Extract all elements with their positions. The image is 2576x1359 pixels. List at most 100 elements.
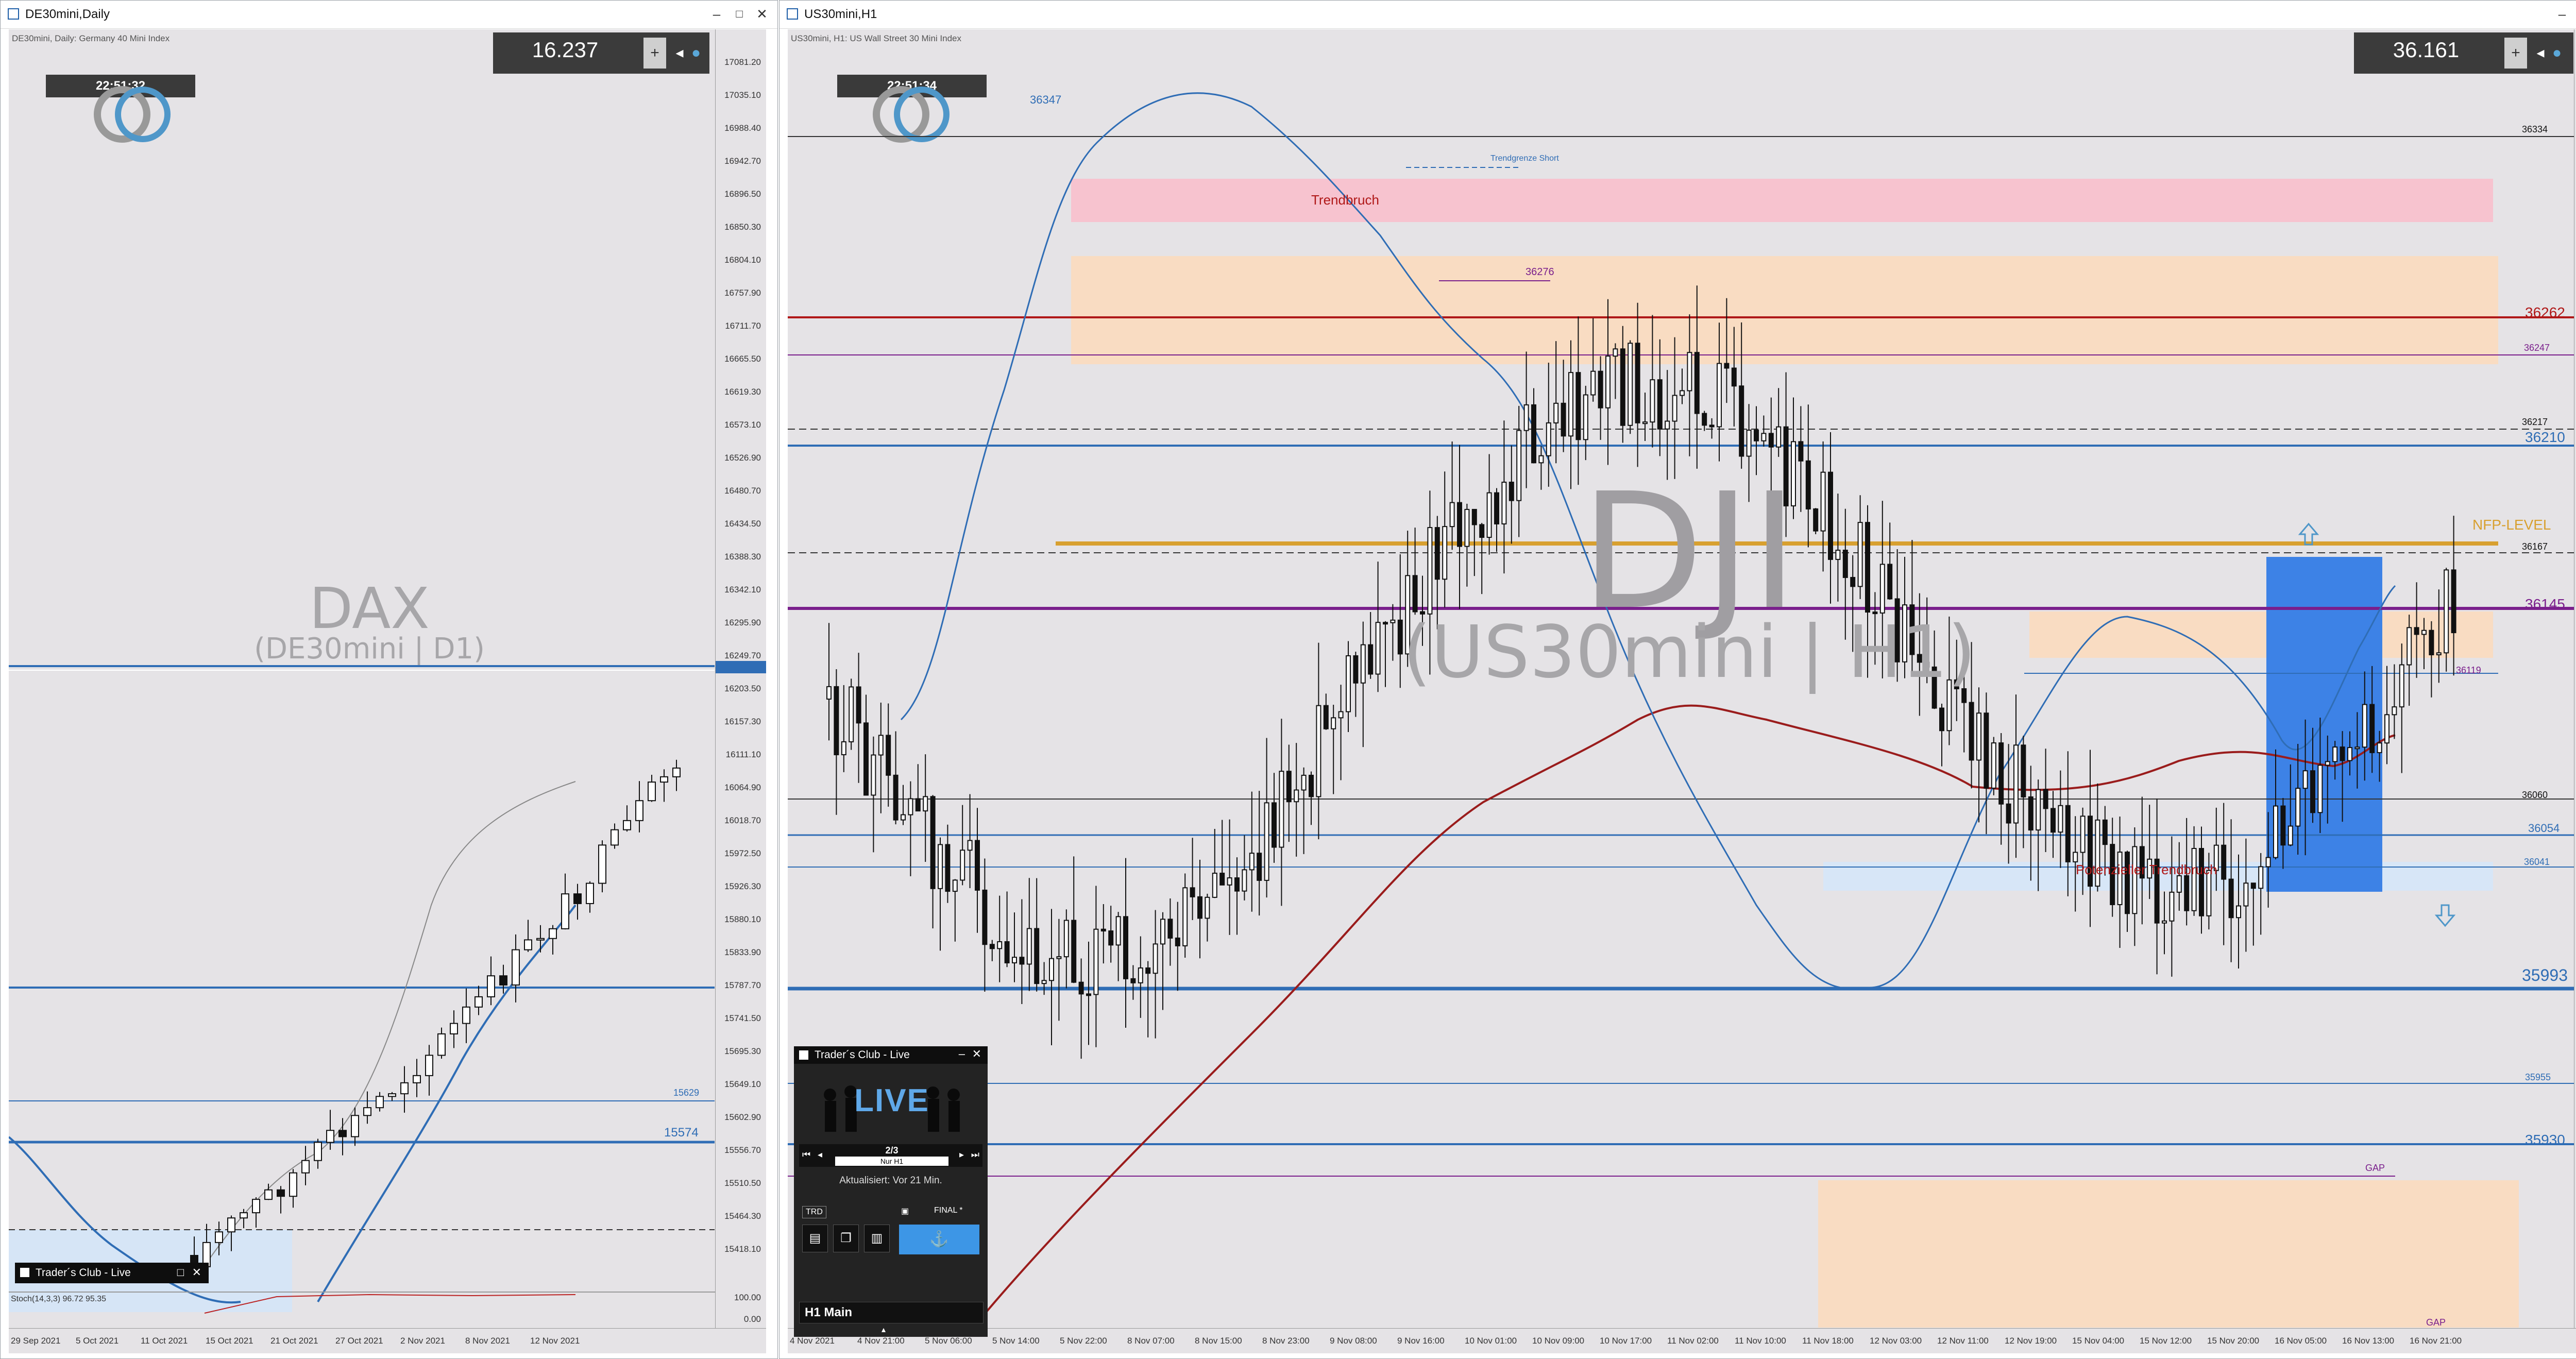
first-page-icon[interactable]: ⏮ [802,1149,810,1160]
candle-body [215,1231,223,1243]
candle-body [2325,761,2330,766]
price-axis-label: 16757.90 [724,288,761,298]
candle-body [2444,569,2449,654]
last-page-icon[interactable]: ⏭ [971,1149,979,1160]
time-axis-label: 8 Nov 15:00 [1195,1336,1242,1346]
level-label: 36210 [2525,429,2565,445]
candle-body [252,1199,260,1214]
minimize-button[interactable]: – [706,5,727,23]
candle-body [1709,424,1715,428]
windows-button[interactable]: ❐ [833,1225,859,1252]
candle-body [1242,869,1247,892]
candle-body [1702,413,1707,426]
final-tab[interactable]: FINAL * [934,1206,962,1215]
candle-body [2258,866,2264,889]
minimize-button[interactable]: – [2552,5,2572,23]
candle-body [2265,857,2271,868]
candle-body [376,1096,384,1109]
candle-body [289,1172,297,1197]
price-axis-label: 17081.20 [724,57,761,67]
candle-body [512,949,520,986]
price-axis-label: 16111.10 [725,750,761,759]
window-titlebar[interactable]: US30mini,H1 – □ ✕ [779,1,2576,29]
plus-button[interactable]: + [2504,38,2527,69]
candle-body [1434,527,1440,580]
time-axis-label: 12 Nov 2021 [530,1336,580,1346]
document-button[interactable]: ▤ [802,1225,828,1252]
nav-bar[interactable]: ⏮ ◂ 2/3 Nur H1 ▸ ⏭ [799,1144,982,1167]
time-axis[interactable]: 29 Sep 2021 5 Oct 2021 11 Oct 2021 15 Oct 2… [9,1328,766,1353]
candle-body [2414,627,2419,635]
candle-body [611,829,619,846]
price-box[interactable]: 36.161 + ◂ ● [2354,32,2573,74]
time-axis-label: 16 Nov 05:00 [2275,1336,2327,1346]
candle-body [1590,370,1596,396]
chart-window-icon [787,8,798,20]
candle-body [826,686,832,700]
panel-minimize-button[interactable]: – [959,1047,965,1061]
price-axis-label: 15510.50 [724,1178,761,1188]
level-label: GAP [2426,1317,2446,1328]
stoch-axis-label: 0.00 [743,1314,761,1324]
candle-body [1227,877,1232,886]
candle-body [660,776,668,783]
chart-area[interactable]: US30mini, H1: US Wall Street 30 Mini Ind… [788,29,2576,1353]
delete-button[interactable]: ▥ [864,1225,890,1252]
trd-tab[interactable]: TRD [802,1206,826,1218]
candle-body [1531,404,1536,464]
watermark-title: DJI [1581,459,1798,645]
panel-close-button[interactable]: ✕ [192,1266,201,1279]
candle-body [1494,492,1499,524]
globe-icon[interactable]: ● [2546,38,2568,69]
prev-page-icon[interactable]: ◂ [818,1149,822,1160]
candle-body [1145,967,1151,974]
time-axis-label: 11 Oct 2021 [141,1336,188,1346]
next-page-icon[interactable]: ▸ [959,1149,964,1160]
candle-body [326,1130,334,1143]
anchor-button[interactable]: ⚓ [899,1225,979,1254]
candle-body [672,767,681,777]
filter-select[interactable]: Nur H1 [835,1157,948,1166]
live-panel[interactable]: Trader´s Club - Live – ✕ LIVE ⏮ ◂ 2/3 Nu… [794,1046,988,1337]
candle-body [2451,569,2456,634]
window-titlebar[interactable]: DE30mini,Daily – □ ✕ [1,1,777,29]
candle-body [989,944,995,949]
price-axis[interactable]: 36369.0036355.0036342.0036328.0036315.00… [2574,29,2576,1353]
annotation-36347: 36347 [1030,93,1062,106]
expand-icon[interactable]: ▴ [882,1324,886,1335]
candle-body [1138,967,1143,983]
candle-body [388,1093,396,1097]
chart-area[interactable]: DE30mini, Daily: Germany 40 Mini Index 2… [9,29,766,1353]
level-label: 15574 [664,1126,699,1140]
candle-body [1613,348,1618,357]
time-axis[interactable]: 4 Nov 2021 4 Nov 21:00 5 Nov 06:00 5 Nov 14… [788,1328,2576,1353]
price-axis-label: 16850.30 [724,222,761,232]
panel-close-button[interactable]: ✕ [972,1047,981,1061]
stochastic-subwindow[interactable]: Stoch(14,3,3) 96.72 95.35 [9,1292,716,1330]
candle-body [1798,441,1804,462]
candle-body [1620,348,1625,426]
price-axis-label: 15602.90 [724,1112,761,1122]
price-axis[interactable]: 17081.20 17035.10 16988.40 16942.70 16896.50… [715,29,766,1353]
time-axis-label: 10 Nov 01:00 [1465,1336,1517,1346]
candle-body [1546,422,1551,456]
candle-body [1153,943,1158,974]
candle-body [240,1212,248,1219]
price-axis-label: 15464.30 [724,1211,761,1221]
candle-body [1680,390,1685,396]
maximize-button[interactable]: □ [729,5,750,23]
candle-body [871,754,876,796]
candle-body [648,782,656,802]
candle-body [1761,433,1767,441]
time-axis-label: 8 Nov 2021 [465,1336,510,1346]
close-button[interactable]: ✕ [752,5,772,23]
candle-body [863,722,869,796]
candle-body [2191,848,2197,911]
candle-body [1272,802,1277,848]
candle-body [975,840,980,891]
candle-body [2102,819,2108,845]
panel-minimize-button[interactable]: □ [177,1266,184,1279]
preset-select[interactable]: H1 Main [799,1302,984,1323]
time-axis-label: 9 Nov 16:00 [1397,1336,1445,1346]
mini-live-panel[interactable]: Trader´s Club - Live □ ✕ [15,1263,209,1283]
